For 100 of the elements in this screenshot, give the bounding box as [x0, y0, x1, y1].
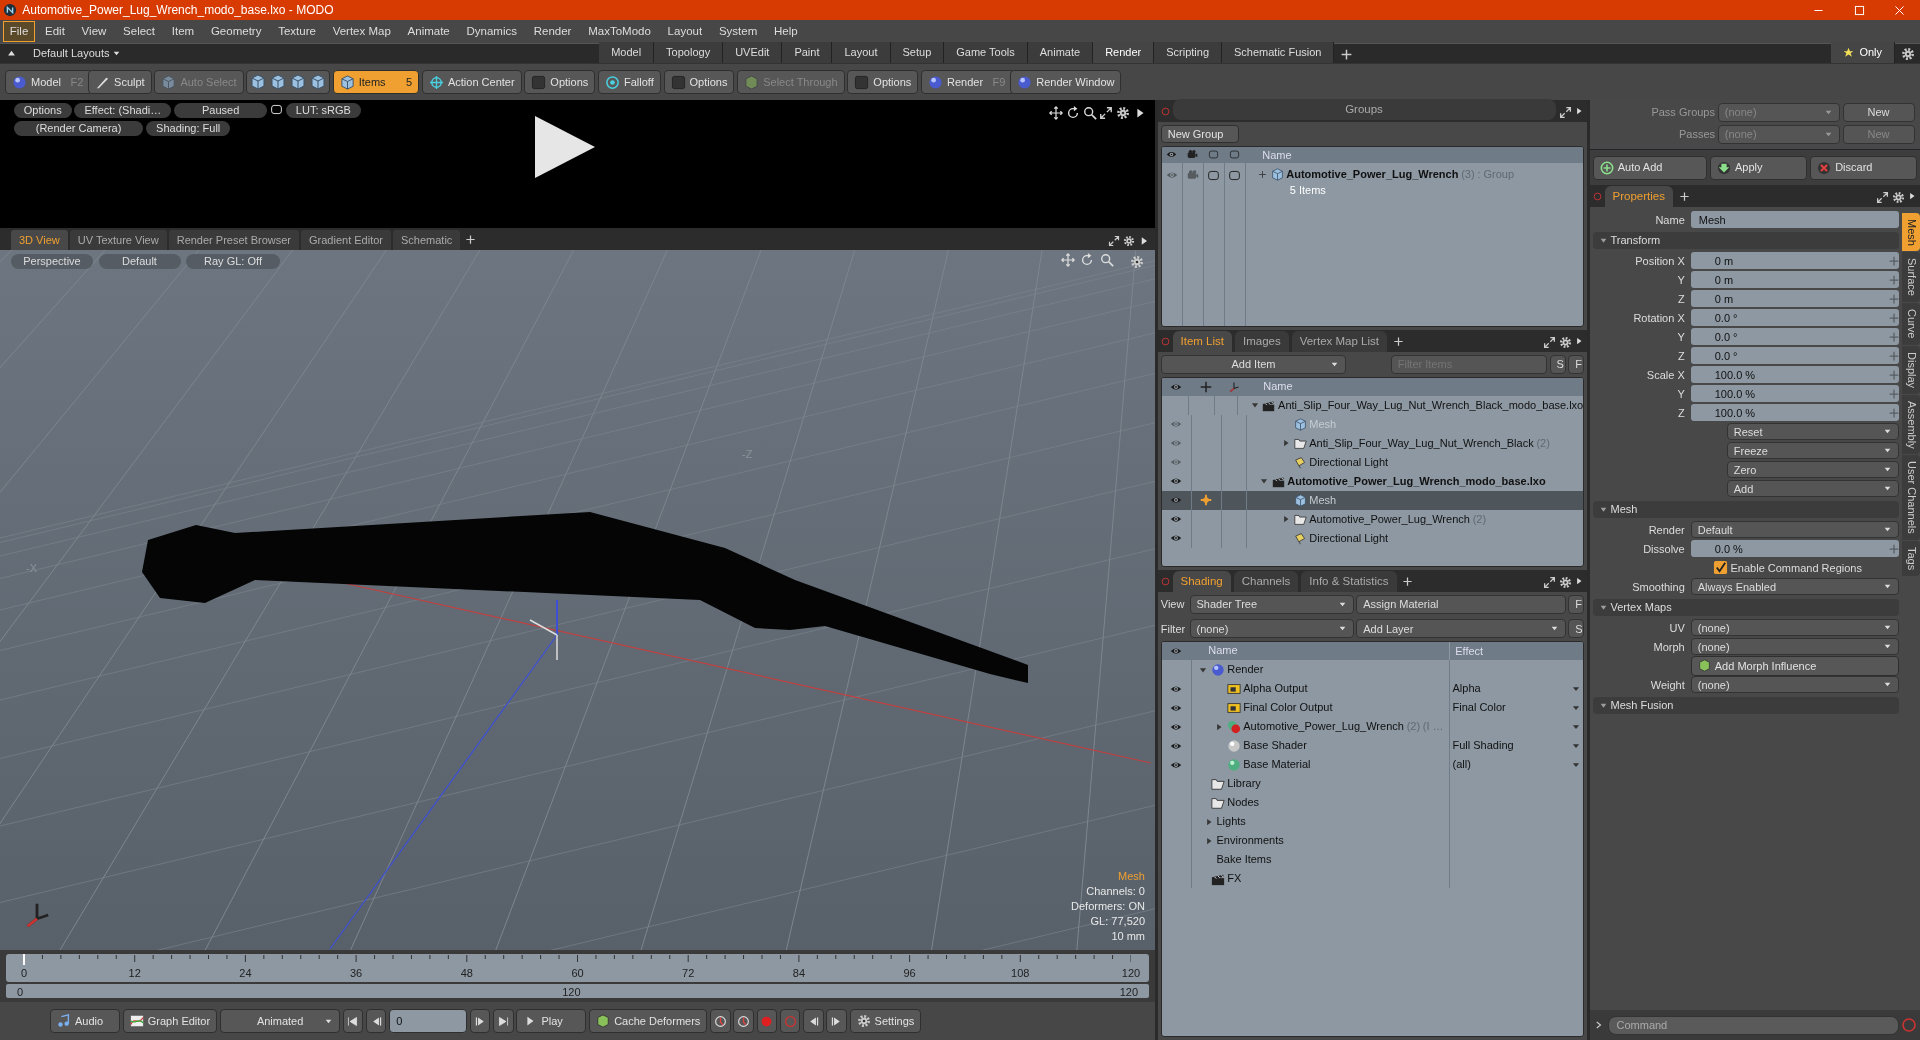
eye-icon[interactable]: [1170, 475, 1183, 487]
toolbar-button[interactable]: Action Center: [421, 70, 522, 94]
arrows-icon[interactable]: [1889, 369, 1900, 380]
new-group-button[interactable]: New Group: [1160, 124, 1239, 143]
shader-item-name[interactable]: Lights: [1216, 813, 1246, 830]
dropdown[interactable]: Always Enabled: [1690, 578, 1900, 596]
shader-item-name[interactable]: Library: [1227, 775, 1261, 792]
view-option-button[interactable]: Default: [98, 253, 181, 269]
expander-icon[interactable]: [1258, 476, 1269, 486]
item-name[interactable]: Anti_Slip_Four_Way_Lug_Nut_Wrench_Black_modo_base.lxo: [1278, 396, 1584, 414]
arrows-icon[interactable]: [1889, 350, 1900, 361]
shader-item-name[interactable]: Alpha Output: [1243, 680, 1308, 697]
layouts-dropdown[interactable]: Default Layouts: [22, 45, 122, 62]
panel-tab[interactable]: Images: [1234, 330, 1289, 352]
close-button[interactable]: [1893, 4, 1907, 18]
shader-item-name[interactable]: Render: [1227, 661, 1264, 678]
layout-tab[interactable]: Animate: [1027, 42, 1094, 65]
plus-icon[interactable]: [1256, 168, 1268, 180]
panel-tab[interactable]: Item List: [1172, 330, 1232, 352]
view-option-button[interactable]: Perspective: [11, 253, 93, 269]
checkbox-icon[interactable]: [1207, 168, 1221, 182]
panel-tab[interactable]: Shading: [1172, 570, 1231, 592]
dropdown[interactable]: (none): [1690, 619, 1900, 637]
menu-item[interactable]: Texture: [271, 20, 323, 43]
side-tab[interactable]: Curve: [1902, 303, 1920, 345]
shader-item-name[interactable]: Final Color Output: [1243, 699, 1333, 716]
item-name[interactable]: Directional Light: [1309, 529, 1389, 547]
eye-icon[interactable]: [1170, 494, 1183, 506]
panel-tab[interactable]: Info & Statistics: [1301, 570, 1397, 592]
filter-button[interactable]: S: [1549, 354, 1566, 374]
menu-item[interactable]: Render: [526, 20, 579, 43]
axes-icon[interactable]: [1227, 380, 1240, 393]
side-tab[interactable]: Assembly: [1902, 394, 1920, 455]
panel-tab[interactable]: Vertex Map List: [1291, 330, 1387, 352]
number-field[interactable]: 0.0 °: [1690, 309, 1900, 327]
menu-item[interactable]: Item: [164, 20, 202, 43]
view-dropdown[interactable]: Shader Tree: [1189, 594, 1354, 614]
action-button[interactable]: Auto Add: [1592, 155, 1708, 180]
dropdown[interactable]: Zero: [1726, 461, 1900, 479]
side-tab[interactable]: Display: [1902, 345, 1920, 394]
layout-tab[interactable]: Render: [1093, 42, 1155, 65]
menu-item[interactable]: View: [74, 20, 114, 43]
dropdown[interactable]: Freeze: [1726, 442, 1900, 460]
settings-icon[interactable]: [1891, 191, 1905, 205]
name-field[interactable]: Mesh: [1690, 211, 1900, 229]
item-name[interactable]: Mesh: [1309, 491, 1337, 509]
new-pass-button[interactable]: New: [1842, 102, 1915, 122]
menu-item[interactable]: Help: [766, 20, 805, 43]
side-tab[interactable]: Tags: [1902, 541, 1920, 577]
side-tab[interactable]: User Channels: [1902, 455, 1920, 541]
render-option-button[interactable]: Shading: Full: [146, 120, 231, 136]
shader-item-name[interactable]: Automotive_Power_Lug_Wrench: [1243, 718, 1404, 735]
first-frame-button[interactable]: [346, 1014, 360, 1028]
render-option-button[interactable]: LUT: sRGB: [285, 102, 361, 118]
item-name[interactable]: Automotive_Power_Lug_Wrench_modo_base.lxo: [1287, 472, 1546, 490]
side-tab[interactable]: Surface: [1902, 252, 1920, 303]
render-option-button[interactable]: Paused: [174, 102, 268, 118]
arrows-icon[interactable]: [1889, 255, 1900, 266]
eye-icon[interactable]: [1170, 645, 1183, 657]
number-field[interactable]: 0.0 °: [1690, 328, 1900, 346]
shader-item-name[interactable]: Nodes: [1227, 794, 1260, 811]
timeline-range-bar[interactable]: 0 120 120: [6, 984, 1149, 998]
render-option-button[interactable]: (Render Camera): [13, 120, 144, 136]
section-header[interactable]: Mesh Fusion: [1592, 696, 1900, 714]
maximize-icon[interactable]: [1542, 576, 1556, 590]
add-tab-icon[interactable]: [1678, 191, 1690, 203]
shader-item-name[interactable]: Base Shader: [1243, 737, 1307, 754]
toolbar-button[interactable]: Render Window: [1010, 70, 1122, 94]
arrows-icon[interactable]: [1889, 543, 1900, 554]
maximize-icon[interactable]: [1108, 235, 1120, 248]
filter-dropdown[interactable]: (none): [1189, 619, 1354, 639]
filter-button[interactable]: F: [1568, 354, 1585, 374]
shader-item-name[interactable]: Environments: [1216, 832, 1284, 849]
side-button[interactable]: S: [1568, 619, 1585, 639]
menu-item[interactable]: MaxToModo: [581, 20, 658, 43]
layout-tab[interactable]: Scripting: [1154, 42, 1222, 65]
transport-button[interactable]: Settings: [849, 1009, 922, 1033]
add-tab-icon[interactable]: [465, 234, 477, 246]
number-field[interactable]: 0 m: [1690, 252, 1900, 270]
settings-icon[interactable]: [1558, 336, 1572, 350]
layout-tab[interactable]: Game Tools: [944, 42, 1028, 65]
transport-button[interactable]: Audio: [50, 1009, 120, 1033]
number-field[interactable]: 0.0 °: [1690, 347, 1900, 365]
frame-field[interactable]: 0: [389, 1009, 468, 1033]
transport-button[interactable]: Play: [516, 1009, 587, 1033]
menu-item[interactable]: Animate: [400, 20, 457, 43]
viewport-tab[interactable]: Schematic: [393, 229, 461, 250]
animation-mode-dropdown[interactable]: Animated: [219, 1009, 340, 1033]
only-button[interactable]: Only: [1830, 42, 1895, 65]
toolbar-button[interactable]: Falloff: [598, 70, 661, 94]
next-frame-button[interactable]: [473, 1014, 487, 1028]
layout-tab[interactable]: Layout: [832, 42, 891, 65]
move-icon[interactable]: [1049, 105, 1063, 120]
toolbar-button[interactable]: Options: [847, 70, 919, 94]
add-tab-icon[interactable]: [1392, 336, 1404, 348]
menu-item[interactable]: Geometry: [203, 20, 269, 43]
dropdown[interactable]: (none): [1690, 638, 1900, 656]
timeline-ruler[interactable]: 0 12 24 36 48 60 72 84 96 108 120: [6, 954, 1149, 982]
settings-icon[interactable]: [1558, 576, 1572, 590]
camera-icon[interactable]: [1187, 149, 1199, 161]
